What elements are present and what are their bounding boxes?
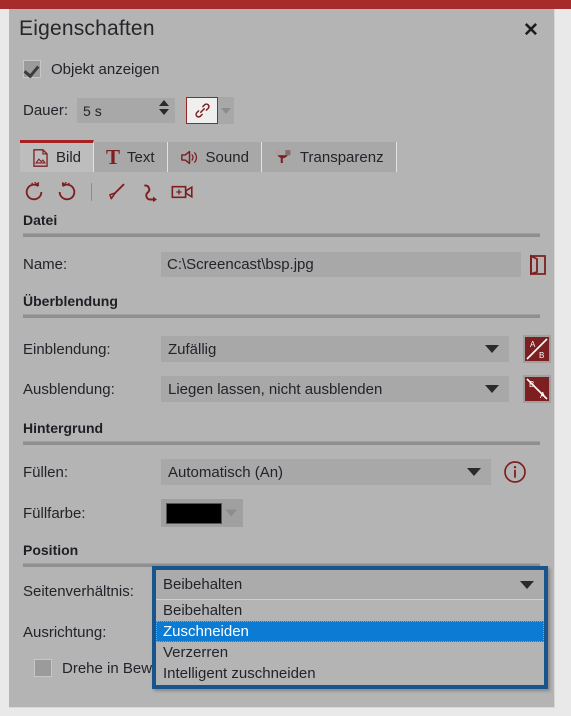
tab-text[interactable]: T Text — [94, 142, 168, 172]
duration-row: Dauer: 5 s — [23, 97, 235, 124]
section-title-hintergrund: Hintergrund — [23, 420, 104, 436]
stepper-arrows[interactable] — [159, 100, 170, 115]
ausblendung-label: Ausblendung: — [23, 380, 115, 398]
file-name-row: Name: C:\Screencast\bsp.jpg — [23, 252, 521, 277]
transparency-icon — [274, 150, 291, 164]
tab-bild-label: Bild — [56, 149, 82, 166]
stepper-up-icon[interactable] — [159, 100, 170, 106]
file-name-value: C:\Screencast\bsp.jpg — [167, 256, 314, 273]
show-object-checkbox[interactable] — [23, 60, 41, 78]
tab-transparenz-label: Transparenz — [299, 148, 384, 166]
chain-link-icon — [194, 103, 210, 118]
svg-text:B: B — [539, 351, 544, 360]
curve-arrow-icon[interactable] — [136, 179, 162, 205]
brush-icon[interactable] — [103, 179, 129, 205]
tab-transparenz[interactable]: Transparenz — [261, 142, 397, 172]
file-name-label: Name: — [23, 256, 68, 273]
seitenverhaeltnis-dropdown[interactable]: Beibehalten Beibehalten Zuschneiden Verz… — [152, 566, 548, 689]
seitenverhaeltnis-label: Seitenverhältnis: — [23, 583, 134, 600]
image-file-icon — [33, 148, 48, 167]
chevron-down-icon — [467, 468, 481, 476]
show-object-row[interactable]: Objekt anzeigen — [23, 60, 159, 78]
dropdown-option-beibehalten[interactable]: Beibehalten — [156, 600, 544, 621]
section-rule-hintergrund — [23, 441, 540, 445]
show-object-label: Objekt anzeigen — [51, 60, 160, 78]
fuellen-row: Füllen: Automatisch (An) — [23, 459, 491, 485]
color-swatch — [166, 502, 222, 524]
rotate-left-icon[interactable] — [21, 179, 47, 205]
ausblendung-row: Ausblendung: Liegen lassen, nicht ausble… — [23, 376, 509, 402]
tab-text-label: Text — [127, 148, 155, 166]
camera-move-icon[interactable] — [169, 179, 195, 205]
seitenverhaeltnis-row: Seitenverhältnis: — [23, 583, 134, 600]
page-title: Eigenschaften — [19, 17, 155, 40]
ausrichtung-row: Ausrichtung: — [23, 624, 106, 641]
svg-text:A: A — [540, 391, 546, 400]
section-title-ueberblendung: Überblendung — [23, 293, 118, 309]
svg-text:B: B — [529, 380, 534, 389]
duration-label: Dauer: — [23, 102, 69, 119]
duration-value: 5 s — [83, 102, 102, 119]
transition-b-to-a-icon: B A — [525, 377, 549, 401]
browse-file-button[interactable] — [525, 252, 551, 278]
close-icon[interactable]: ✕ — [519, 19, 543, 43]
link-duration-button[interactable] — [186, 97, 219, 124]
fuellfarbe-label: Füllfarbe: — [23, 504, 86, 522]
section-title-position: Position — [23, 542, 79, 558]
svg-text:A: A — [530, 340, 536, 349]
fuellen-value: Automatisch (An) — [168, 463, 284, 481]
chevron-down-icon — [485, 385, 499, 393]
einblendung-row: Einblendung: Zufällig — [23, 336, 509, 362]
einblendung-preview-button[interactable]: A B — [523, 335, 551, 363]
ausrichtung-label: Ausrichtung: — [23, 624, 107, 641]
ausblendung-combo[interactable]: Liegen lassen, nicht ausblenden — [161, 376, 509, 402]
einblendung-combo[interactable]: Zufällig — [161, 336, 509, 362]
drehe-in-bewegung-label: Drehe in Bew — [62, 659, 153, 677]
tab-sound-label: Sound — [205, 148, 249, 166]
speaker-icon — [180, 150, 197, 164]
section-rule-ueberblendung — [23, 314, 540, 318]
open-folder-icon — [530, 254, 546, 276]
section-rule-datei — [23, 233, 540, 237]
chevron-down-icon — [221, 107, 232, 114]
seitenverhaeltnis-value: Beibehalten — [163, 576, 243, 593]
file-name-field[interactable]: C:\Screencast\bsp.jpg — [161, 252, 521, 277]
dropdown-option-zuschneiden[interactable]: Zuschneiden — [156, 621, 544, 642]
dropdown-option-verzerren[interactable]: Verzerren — [156, 642, 544, 663]
info-circle-icon — [504, 461, 526, 483]
drehe-in-bewegung-row[interactable]: Drehe in Bew — [34, 659, 152, 677]
ausblendung-value: Liegen lassen, nicht ausblenden — [168, 380, 383, 398]
einblendung-value: Zufällig — [168, 340, 217, 358]
rotate-right-icon[interactable] — [54, 179, 80, 205]
top-accent-bar — [0, 0, 571, 9]
einblendung-label: Einblendung: — [23, 340, 111, 358]
dropdown-option-list: Beibehalten Zuschneiden Verzerren Intell… — [156, 600, 544, 684]
application-window: Eigenschaften ✕ Objekt anzeigen Dauer: 5… — [0, 0, 571, 716]
fuellen-combo[interactable]: Automatisch (An) — [161, 459, 491, 485]
transition-a-to-b-icon: A B — [525, 337, 549, 361]
fuellen-label: Füllen: — [23, 463, 69, 481]
fuellfarbe-picker[interactable] — [161, 499, 243, 527]
tab-bar: Bild T Text Sound Transparenz — [20, 140, 397, 172]
link-dropdown-button[interactable] — [218, 97, 235, 124]
stepper-down-icon[interactable] — [159, 109, 170, 115]
seitenverhaeltnis-combo[interactable]: Beibehalten — [156, 570, 544, 600]
toolbar-separator — [91, 183, 92, 201]
fuellfarbe-row: Füllfarbe: — [23, 499, 243, 527]
drehe-in-bewegung-checkbox[interactable] — [34, 659, 52, 677]
chevron-down-icon — [485, 345, 499, 353]
tab-bild[interactable]: Bild — [20, 140, 95, 172]
text-t-icon: T — [106, 144, 121, 169]
dropdown-option-intelligent-zuschneiden[interactable]: Intelligent zuschneiden — [156, 663, 544, 684]
chevron-down-icon — [520, 580, 534, 589]
tab-sound[interactable]: Sound — [167, 142, 262, 172]
image-tool-toolbar — [21, 179, 195, 205]
duration-stepper[interactable]: 5 s — [77, 98, 176, 123]
fuellen-info-button[interactable] — [503, 460, 527, 484]
chevron-down-icon — [225, 509, 237, 517]
section-title-datei: Datei — [23, 212, 58, 228]
ausblendung-preview-button[interactable]: B A — [523, 375, 551, 403]
